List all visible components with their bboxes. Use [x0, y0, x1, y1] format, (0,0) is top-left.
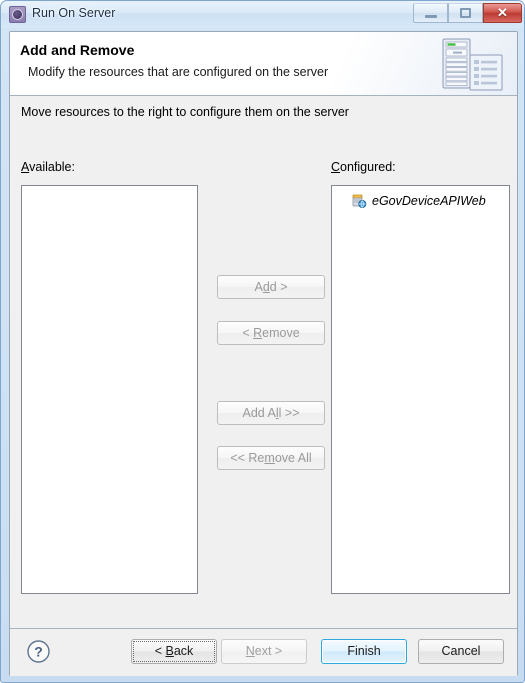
dialog-body: Move resources to the right to configure…	[10, 96, 517, 627]
remove-button-mnemonic: R	[253, 326, 263, 340]
wizard-banner: Add and Remove Modify the resources that…	[10, 32, 517, 96]
add-all-button-before: Add A	[242, 406, 276, 420]
remove-button-before: <	[242, 326, 254, 340]
add-all-button-after: l >>	[278, 406, 300, 420]
available-listbox[interactable]	[21, 185, 198, 594]
title-bar: Run On Server ✕	[1, 1, 524, 28]
list-item[interactable]: eGovDeviceAPIWeb	[332, 192, 509, 210]
remove-all-button[interactable]: << Remove All	[217, 446, 325, 470]
remove-all-button-mnemonic: m	[264, 451, 275, 465]
back-button-after: ack	[173, 644, 194, 658]
dialog-footer: ? < Back Next > Finish Cancel	[10, 628, 517, 676]
run-on-server-dialog-window: Run On Server ✕ Add and Remove Modify th…	[0, 0, 525, 683]
configured-label-suffix: onfigured:	[340, 160, 396, 174]
back-button[interactable]: < Back	[131, 639, 217, 664]
run-on-server-icon	[9, 6, 26, 23]
cancel-button[interactable]: Cancel	[418, 639, 504, 664]
back-button-before: <	[154, 644, 166, 658]
next-button-mnemonic: N	[245, 644, 255, 658]
page-title: Add and Remove	[20, 42, 135, 58]
maximize-button[interactable]	[448, 3, 483, 23]
list-item-label: eGovDeviceAPIWeb	[372, 194, 486, 208]
page-subtitle: Modify the resources that are configured…	[28, 65, 329, 79]
remove-button[interactable]: < Remove	[217, 321, 325, 345]
remove-all-button-after: ove All	[274, 451, 312, 465]
configured-mnemonic: C	[331, 160, 341, 174]
add-all-button[interactable]: Add All >>	[217, 401, 325, 425]
configured-listbox[interactable]: eGovDeviceAPIWeb	[331, 185, 510, 594]
remove-all-button-before: << Re	[230, 451, 265, 465]
next-button[interactable]: Next >	[221, 639, 307, 664]
configured-list-label: Configured:	[331, 160, 396, 174]
help-icon[interactable]: ?	[26, 639, 51, 664]
add-button-after: d >	[269, 280, 288, 294]
close-button[interactable]: ✕	[483, 3, 522, 23]
add-button-before: A	[254, 280, 263, 294]
back-button-mnemonic: B	[165, 644, 174, 658]
instruction-text: Move resources to the right to configure…	[21, 105, 349, 119]
finish-button[interactable]: Finish	[321, 639, 407, 664]
svg-text:?: ?	[34, 644, 43, 660]
available-list-label: Available:	[21, 160, 75, 174]
web-module-icon	[351, 193, 367, 209]
minimize-button[interactable]	[413, 3, 448, 23]
add-button[interactable]: Add >	[217, 275, 325, 299]
available-label-suffix: vailable:	[29, 160, 75, 174]
dialog-content: Add and Remove Modify the resources that…	[9, 31, 518, 676]
add-button-mnemonic: d	[262, 280, 270, 294]
remove-button-after: emove	[262, 326, 300, 340]
server-and-document-icon	[442, 38, 503, 91]
available-mnemonic: A	[21, 160, 30, 174]
window-title: Run On Server	[32, 6, 116, 20]
next-button-after: ext >	[254, 644, 283, 658]
